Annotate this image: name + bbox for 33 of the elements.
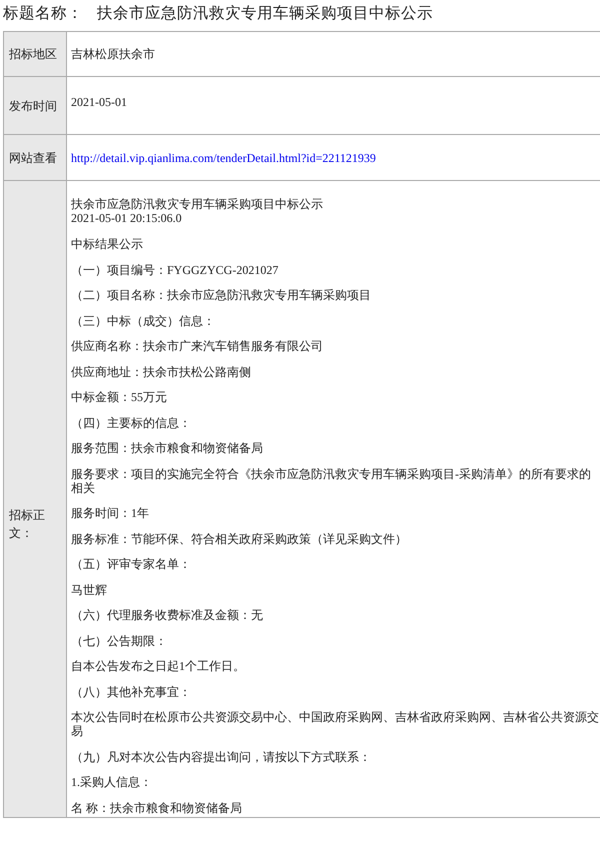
region-value: 吉林松原扶余市	[71, 46, 155, 63]
body-paragraph: （九）凡对本次公告内容提出询问，请按以下方式联系：	[71, 750, 371, 764]
body-paragraph: 1.采购人信息：	[71, 775, 152, 789]
field-label: 招标正文：	[4, 181, 67, 816]
body-paragraph: 中标金额：55万元	[71, 390, 167, 404]
body-paragraph: （一）项目编号：FYGGZYCG-2021027	[71, 262, 278, 276]
body-paragraph: 中标结果公示	[71, 237, 143, 251]
body-paragraph: 本次公告同时在松原市公共资源交易中心、中国政府采购网、吉林省政府采购网、吉林省公共资源交易	[71, 710, 600, 738]
publish-date: 2021-05-01	[71, 95, 127, 109]
page-title: 扶余市应急防汛救灾专用车辆采购项目中标公示	[97, 4, 433, 24]
body-paragraph: （二）项目名称：扶余市应急防汛救灾专用车辆采购项目	[71, 288, 371, 302]
body-paragraph: 供应商名称：扶余市广来汽车销售服务有限公司	[71, 339, 323, 353]
body-paragraph: （四）主要标的信息：	[71, 416, 191, 430]
body-paragraph: 自本公告发布之日起1个工作日。	[71, 659, 245, 673]
body-paragraph: 马世辉	[71, 582, 107, 596]
body-paragraph: 供应商地址：扶余市扶松公路南侧	[71, 364, 251, 378]
body-header-line: 2021-05-01 20:15:06.0	[71, 211, 182, 225]
body-paragraph: 名 称：扶余市粮食和物资储备局	[71, 800, 242, 814]
field-label: 发布时间	[4, 77, 67, 134]
body-paragraph: （六）代理服务收费标准及金额：无	[71, 608, 263, 622]
detail-link[interactable]: http://detail.vip.qianlima.com/tenderDetail.html?id=221121939	[71, 148, 376, 166]
body-paragraph: 服务标准：节能环保、符合相关政府采购政策（详见采购文件）	[71, 532, 407, 546]
body-paragraph: （五）评审专家名单：	[71, 557, 191, 571]
body-paragraph: 服务时间：1年	[71, 506, 149, 520]
body-paragraph: （八）其他补充事宜：	[71, 684, 191, 698]
body-paragraph: 服务范围：扶余市粮食和物资储备局	[71, 441, 263, 455]
field-label: 网站查看	[4, 135, 67, 180]
body-header-line: 扶余市应急防汛救灾专用车辆采购项目中标公示	[71, 197, 323, 211]
body-paragraph: 服务要求：项目的实施完全符合《扶余市应急防汛救灾专用车辆采购项目-采购清单》的所有要求的相关	[71, 466, 592, 494]
body-paragraph: （七）公告期限：	[71, 634, 167, 648]
title-label: 标题名称：	[3, 4, 83, 24]
body-paragraph: （三）中标（成交）信息：	[71, 314, 215, 328]
field-label: 招标地区	[4, 32, 67, 76]
